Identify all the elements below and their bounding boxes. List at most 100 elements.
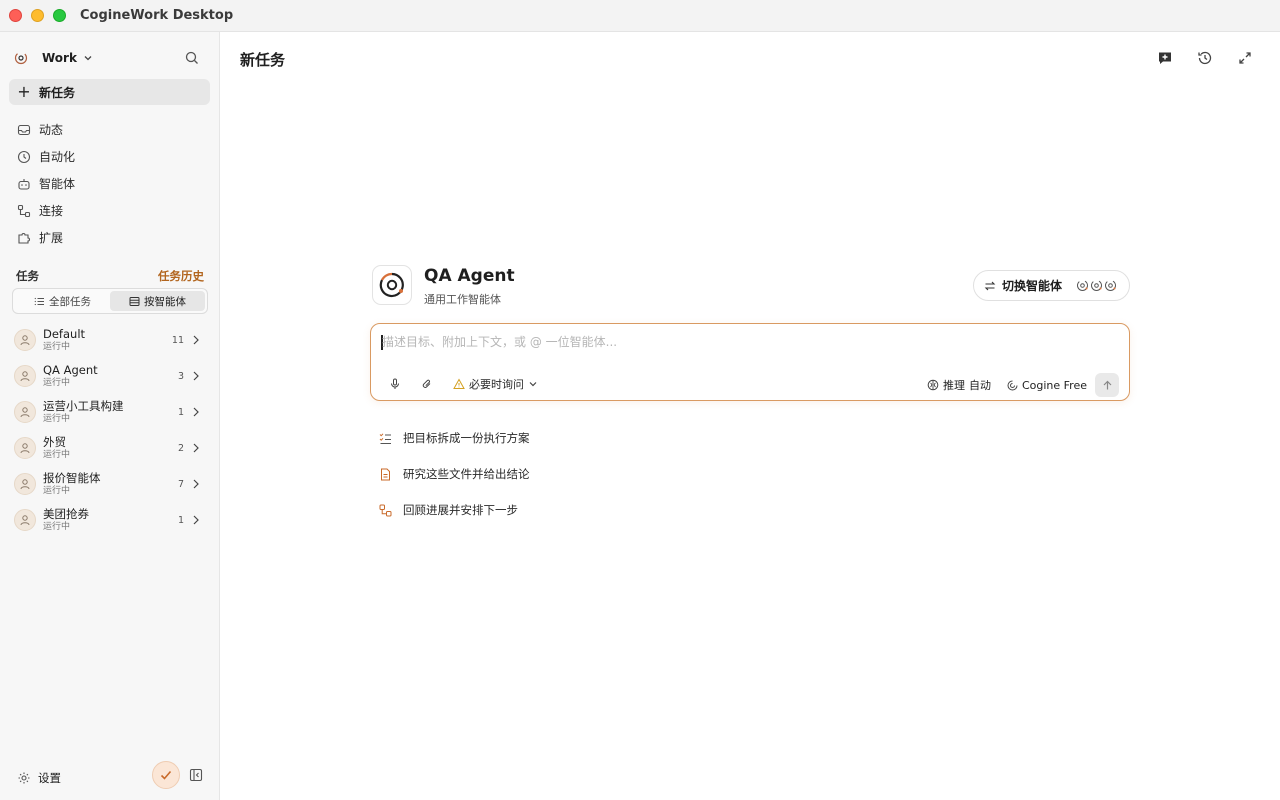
task-status-button[interactable] xyxy=(152,761,180,789)
agent-task-count: 1 xyxy=(177,514,184,526)
new-chat-button[interactable] xyxy=(1156,49,1174,67)
sidebar-item-agents[interactable]: 智能体 xyxy=(16,170,206,197)
close-window-button[interactable] xyxy=(9,9,22,22)
arrow-up-icon xyxy=(1103,380,1111,389)
avatar xyxy=(14,437,36,459)
chevron-right-icon xyxy=(193,479,199,489)
agent-subtitle: 通用工作智能体 xyxy=(424,293,501,306)
agent-mini-icon xyxy=(1077,280,1089,291)
sidebar-item-label: 动态 xyxy=(39,123,64,137)
search-icon[interactable] xyxy=(184,50,200,66)
microphone-icon xyxy=(391,378,399,389)
composer-left-tools: 必要时询问 xyxy=(387,376,538,392)
model-name: Cogine Free xyxy=(1021,378,1087,392)
suggestion-item[interactable]: 回顾进展并安排下一步 xyxy=(378,492,530,528)
minimize-window-button[interactable] xyxy=(31,9,44,22)
sidebar-item-automation[interactable]: 自动化 xyxy=(16,143,206,170)
flow-icon xyxy=(378,503,392,517)
reasoning-value: 自动 xyxy=(968,379,991,392)
user-icon xyxy=(20,443,30,454)
model-icon xyxy=(1007,380,1018,390)
avatar xyxy=(14,365,36,387)
ask-mode-label: 必要时询问 xyxy=(469,378,524,391)
agent-list-item[interactable]: 美团抢券 运行中 1 xyxy=(14,502,206,538)
sidebar-item-connections[interactable]: 连接 xyxy=(16,197,206,224)
suggestion-label: 把目标拆成一份执行方案 xyxy=(403,431,530,445)
document-icon xyxy=(378,467,392,481)
agent-avatars xyxy=(1076,279,1117,292)
segment-by-agent-label: 按智能体 xyxy=(144,295,186,308)
agent-name: QA Agent xyxy=(43,363,98,377)
agent-mini-icon xyxy=(1091,280,1103,291)
sidebar-footer: 设置 xyxy=(0,756,220,800)
ask-mode-dropdown[interactable]: 必要时询问 xyxy=(453,376,538,392)
agent-name: Default xyxy=(43,327,86,341)
sidebar-item-extensions[interactable]: 扩展 xyxy=(16,224,206,251)
task-composer: 必要时询问 推理 自动 Cogine Free xyxy=(370,323,1130,401)
sidebar-item-label: 智能体 xyxy=(39,177,76,191)
agent-text: 报价智能体 运行中 xyxy=(43,471,101,497)
suggestion-item[interactable]: 研究这些文件并给出结论 xyxy=(378,456,530,492)
expand-icon xyxy=(1239,52,1251,64)
agent-task-count: 11 xyxy=(171,334,184,346)
switch-agent-button[interactable]: 切换智能体 xyxy=(973,270,1130,301)
reasoning-selector[interactable]: 推理 自动 xyxy=(927,377,991,393)
agent-status: 运行中 xyxy=(43,486,71,496)
checklist-icon xyxy=(378,431,392,445)
table-icon xyxy=(129,296,140,306)
expand-button[interactable] xyxy=(1236,49,1254,67)
paperclip-icon xyxy=(422,379,431,388)
chevron-right-icon xyxy=(193,443,199,453)
task-view-segmented-control: 全部任务 按智能体 xyxy=(12,288,208,314)
chevron-down-icon xyxy=(84,56,92,61)
tasks-title: 任务 xyxy=(16,269,39,283)
plus-icon: + xyxy=(17,82,31,101)
agent-text: QA Agent 运行中 xyxy=(43,363,98,389)
model-selector[interactable]: Cogine Free xyxy=(1007,379,1087,392)
history-button[interactable] xyxy=(1196,49,1214,67)
sidebar-collapse-icon[interactable] xyxy=(189,768,203,782)
list-icon xyxy=(34,297,44,305)
agent-list-item[interactable]: Default 运行中 11 xyxy=(14,322,206,358)
main-panel: 新任务 QA Agent 通用工作智能体 切换智能体 描述目标、附加上下文，或 … xyxy=(221,32,1280,800)
agent-status: 运行中 xyxy=(43,522,71,532)
attach-button[interactable] xyxy=(419,376,435,392)
agent-text: 美团抢券 运行中 xyxy=(43,507,89,533)
settings-label: 设置 xyxy=(38,771,61,785)
swap-icon xyxy=(984,281,996,290)
top-toolbar xyxy=(1156,49,1254,67)
voice-input-button[interactable] xyxy=(387,376,403,392)
agent-header: QA Agent 通用工作智能体 切换智能体 xyxy=(372,265,1130,307)
agent-status: 运行中 xyxy=(43,342,71,352)
agent-list-item[interactable]: 报价智能体 运行中 7 xyxy=(14,466,206,502)
history-icon xyxy=(1198,51,1212,65)
sidebar-item-label: 自动化 xyxy=(39,150,76,164)
zoom-window-button[interactable] xyxy=(53,9,66,22)
segment-by-agent[interactable]: 按智能体 xyxy=(110,291,205,311)
suggestion-item[interactable]: 把目标拆成一份执行方案 xyxy=(378,420,530,456)
agent-task-count: 3 xyxy=(177,370,184,382)
segment-all-tasks[interactable]: 全部任务 xyxy=(15,291,110,311)
sidebar: Work + 新任务 动态 自动化 智能体 连接 扩展 任务 任务历史 全部任务… xyxy=(0,32,220,800)
send-button[interactable] xyxy=(1095,373,1119,397)
sidebar-item-activity[interactable]: 动态 xyxy=(16,116,206,143)
task-history-link[interactable]: 任务历史 xyxy=(158,268,204,284)
suggestion-label: 回顾进展并安排下一步 xyxy=(403,503,518,517)
agent-list-item[interactable]: 外贸 运行中 2 xyxy=(14,430,206,466)
agent-list-item[interactable]: 运营小工具构建 运行中 1 xyxy=(14,394,206,430)
inbox-icon xyxy=(16,122,32,138)
agent-task-count: 2 xyxy=(177,442,184,454)
new-task-button[interactable]: + 新任务 xyxy=(9,79,210,105)
chevron-right-icon xyxy=(193,407,199,417)
agent-logo xyxy=(372,265,412,305)
agent-task-count: 7 xyxy=(177,478,184,490)
task-input[interactable] xyxy=(382,332,1082,352)
user-icon xyxy=(20,407,30,418)
agent-text: 外贸 运行中 xyxy=(43,435,70,461)
settings-button[interactable]: 设置 xyxy=(17,770,61,786)
agent-list-item[interactable]: QA Agent 运行中 3 xyxy=(14,358,206,394)
workspace-switcher[interactable]: Work xyxy=(14,49,206,67)
check-icon xyxy=(160,770,172,780)
new-task-label: 新任务 xyxy=(39,85,76,100)
suggestion-list: 把目标拆成一份执行方案 研究这些文件并给出结论 回顾进展并安排下一步 xyxy=(378,420,530,528)
